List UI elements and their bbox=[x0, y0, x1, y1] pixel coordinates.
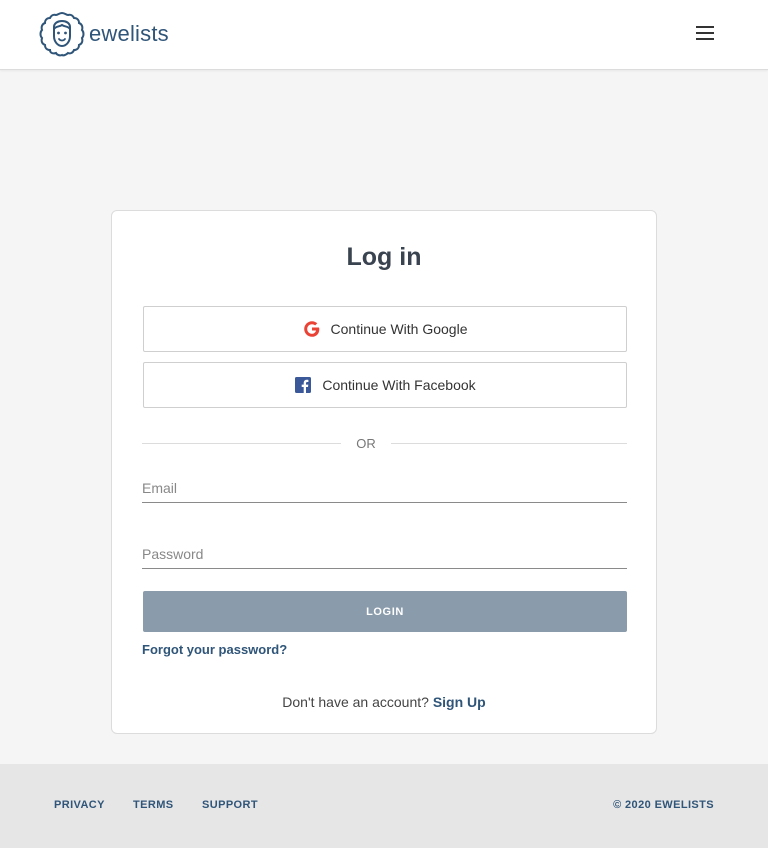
sign-up-link[interactable]: Sign Up bbox=[433, 694, 486, 710]
facebook-icon bbox=[294, 376, 312, 394]
login-button[interactable]: LOGIN bbox=[143, 591, 627, 632]
footer-link-privacy[interactable]: PRIVACY bbox=[54, 799, 105, 811]
forgot-password-link[interactable]: Forgot your password? bbox=[142, 642, 287, 657]
hamburger-menu-button[interactable] bbox=[690, 22, 720, 48]
google-button-label: Continue With Google bbox=[330, 321, 468, 337]
password-input[interactable] bbox=[142, 546, 627, 562]
divider-line-right bbox=[391, 443, 627, 444]
signup-prompt: Don't have an account? Sign Up bbox=[112, 694, 656, 710]
continue-with-google-button[interactable]: Continue With Google bbox=[143, 306, 627, 352]
sheep-logo-icon bbox=[38, 10, 86, 63]
google-icon bbox=[303, 320, 321, 338]
hamburger-menu-icon bbox=[695, 25, 715, 45]
divider-or-text: OR bbox=[356, 436, 376, 451]
brand-logo[interactable]: ewelists bbox=[38, 10, 169, 63]
brand-name: ewelists bbox=[89, 21, 169, 46]
facebook-button-label: Continue With Facebook bbox=[322, 377, 476, 393]
page-footer: PRIVACY TERMS SUPPORT © 2020 EWELISTS bbox=[0, 764, 768, 848]
footer-link-support[interactable]: SUPPORT bbox=[202, 799, 258, 811]
password-field bbox=[142, 529, 627, 569]
login-card: Log in Continue With Google Continue Wit… bbox=[111, 210, 657, 734]
email-field bbox=[142, 463, 627, 503]
email-input[interactable] bbox=[142, 480, 627, 496]
continue-with-facebook-button[interactable]: Continue With Facebook bbox=[143, 362, 627, 408]
no-account-text: Don't have an account? bbox=[282, 694, 429, 710]
top-app-bar: ewelists bbox=[0, 0, 768, 70]
page-title: Log in bbox=[346, 243, 422, 271]
divider-line-left bbox=[142, 443, 341, 444]
copyright-text: © 2020 EWELISTS bbox=[613, 799, 714, 811]
footer-link-terms[interactable]: TERMS bbox=[133, 799, 174, 811]
